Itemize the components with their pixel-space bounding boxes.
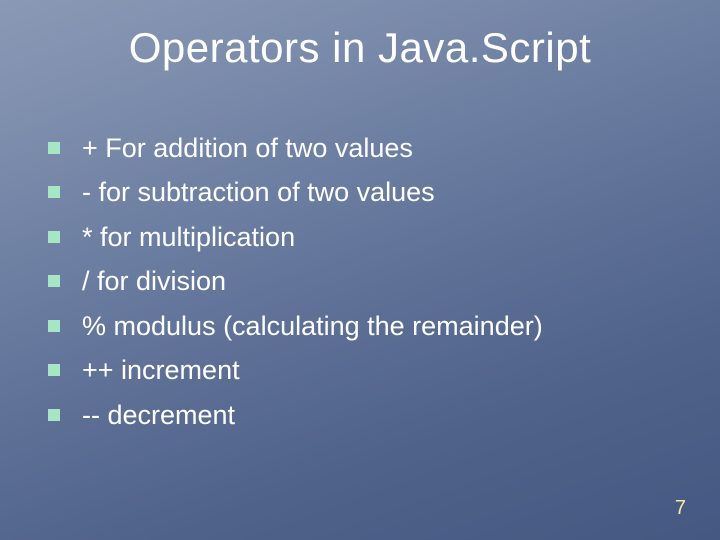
list-item-text: - for subtraction of two values <box>82 174 435 210</box>
list-item-text: / for division <box>82 263 226 299</box>
list-item: - for subtraction of two values <box>48 174 660 210</box>
bullet-icon <box>48 142 60 154</box>
bullet-icon <box>48 186 60 198</box>
list-item: + For addition of two values <box>48 130 660 166</box>
list-item-text: + For addition of two values <box>82 130 413 166</box>
bullet-icon <box>48 275 60 287</box>
list-item: / for division <box>48 263 660 299</box>
list-item-text: -- decrement <box>82 397 235 433</box>
list-item-text: ++ increment <box>82 352 240 388</box>
list-item: -- decrement <box>48 397 660 433</box>
bullet-icon <box>48 409 60 421</box>
bullet-icon <box>48 231 60 243</box>
page-number: 7 <box>675 497 686 520</box>
bullet-icon <box>48 364 60 376</box>
slide: Operators in Java.Script + For addition … <box>0 0 720 540</box>
slide-title: Operators in Java.Script <box>0 24 720 72</box>
list-item: ++ increment <box>48 352 660 388</box>
list-item-text: % modulus (calculating the remainder) <box>82 308 543 344</box>
content-list: + For addition of two values - for subtr… <box>48 130 660 441</box>
bullet-icon <box>48 320 60 332</box>
list-item-text: * for multiplication <box>82 219 295 255</box>
list-item: * for multiplication <box>48 219 660 255</box>
list-item: % modulus (calculating the remainder) <box>48 308 660 344</box>
